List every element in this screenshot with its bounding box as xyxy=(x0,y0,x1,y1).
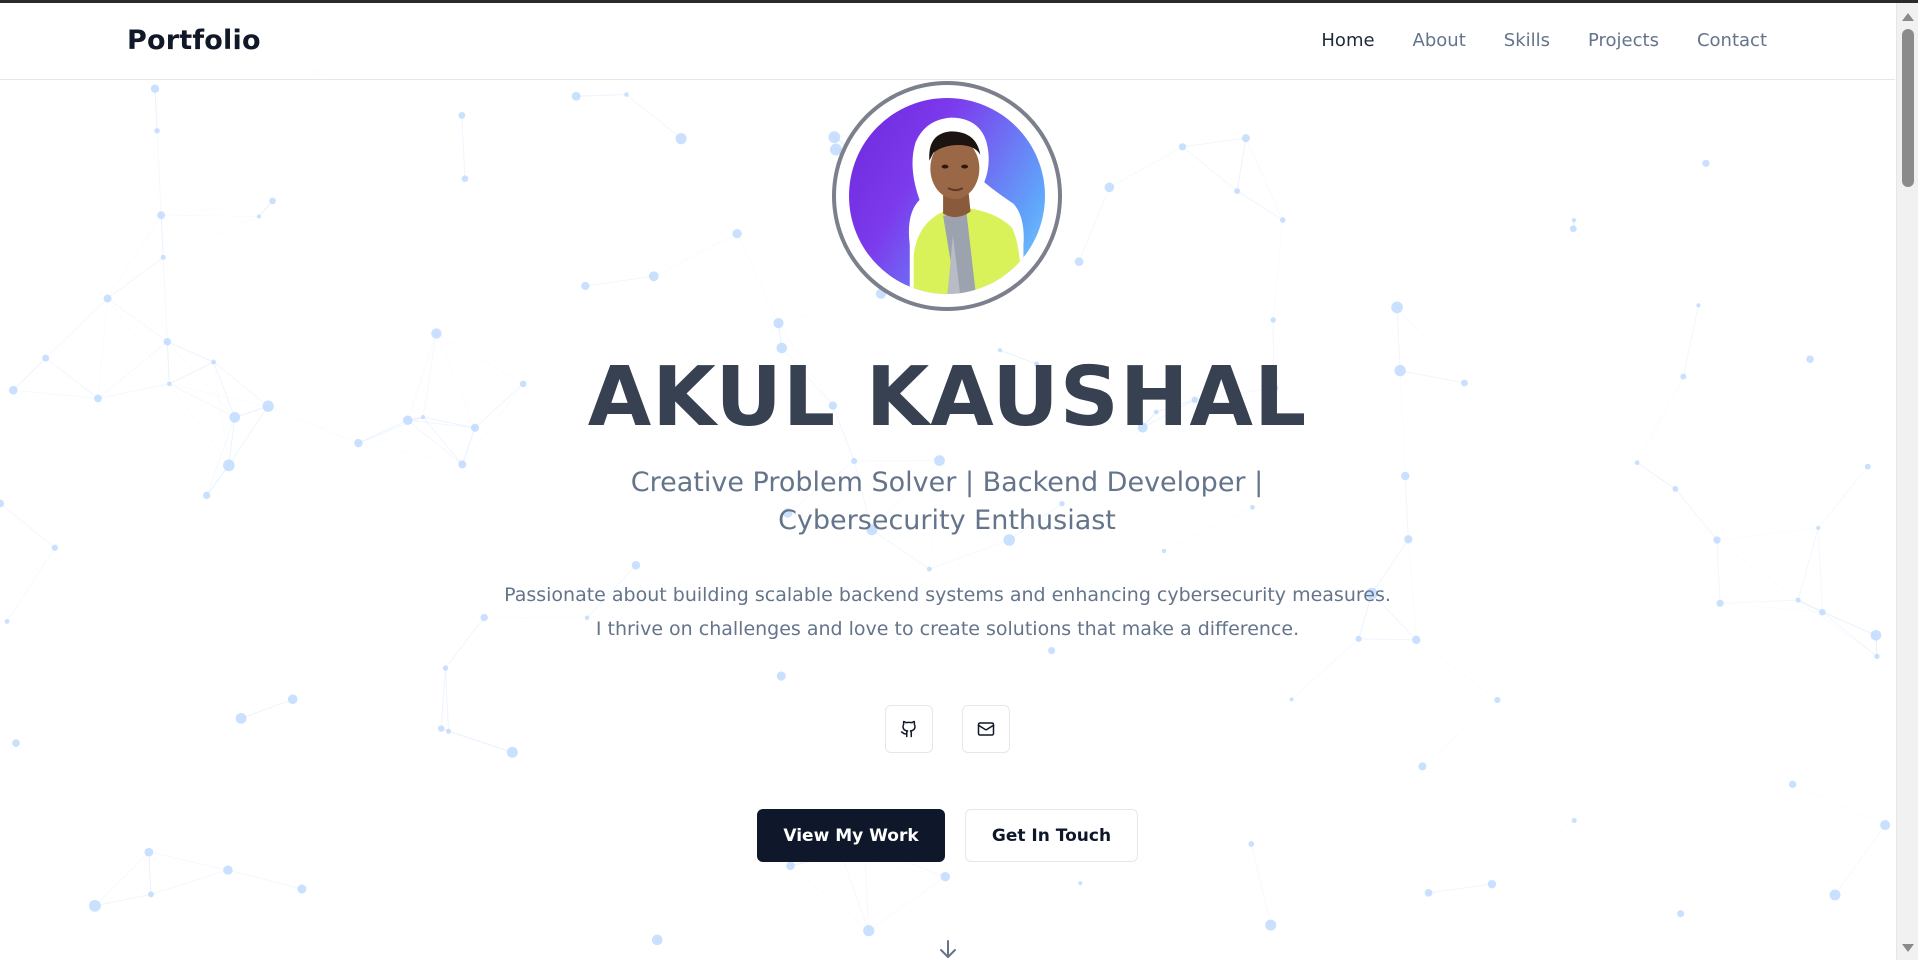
page-scrollbar[interactable] xyxy=(1896,3,1918,960)
navbar: Portfolio Home About Skills Projects Con… xyxy=(0,3,1895,80)
email-link-button[interactable] xyxy=(962,705,1010,753)
github-link-button[interactable] xyxy=(885,705,933,753)
mail-icon xyxy=(977,722,995,736)
hero-description: Passionate about building scalable backe… xyxy=(504,584,1391,640)
hero-subtitle: Creative Problem Solver | Backend Develo… xyxy=(630,467,1264,536)
nav-link-about[interactable]: About xyxy=(1413,30,1466,51)
scrollbar-thumb[interactable] xyxy=(1902,29,1914,187)
scroll-down-arrow-icon[interactable] xyxy=(1902,944,1914,952)
view-my-work-button[interactable]: View My Work xyxy=(757,809,945,862)
nav-link-projects[interactable]: Projects xyxy=(1588,30,1659,51)
get-in-touch-button[interactable]: Get In Touch xyxy=(965,809,1138,862)
profile-avatar xyxy=(849,98,1045,294)
nav-link-contact[interactable]: Contact xyxy=(1697,30,1767,51)
hero-name: AKUL KAUSHAL xyxy=(587,350,1308,445)
github-icon xyxy=(900,720,916,738)
profile-photo xyxy=(908,117,1024,294)
arrow-down-icon[interactable] xyxy=(936,937,960,960)
nav-link-skills[interactable]: Skills xyxy=(1504,30,1550,51)
scroll-up-arrow-icon[interactable] xyxy=(1902,13,1914,21)
window-top-border xyxy=(0,0,1918,3)
nav-links: Home About Skills Projects Contact xyxy=(1283,30,1767,51)
profile-avatar-frame xyxy=(832,81,1062,311)
nav-link-home[interactable]: Home xyxy=(1321,30,1374,51)
hero-section: AKUL KAUSHAL Creative Problem Solver | B… xyxy=(0,80,1895,960)
brand-logo[interactable]: Portfolio xyxy=(127,25,261,56)
